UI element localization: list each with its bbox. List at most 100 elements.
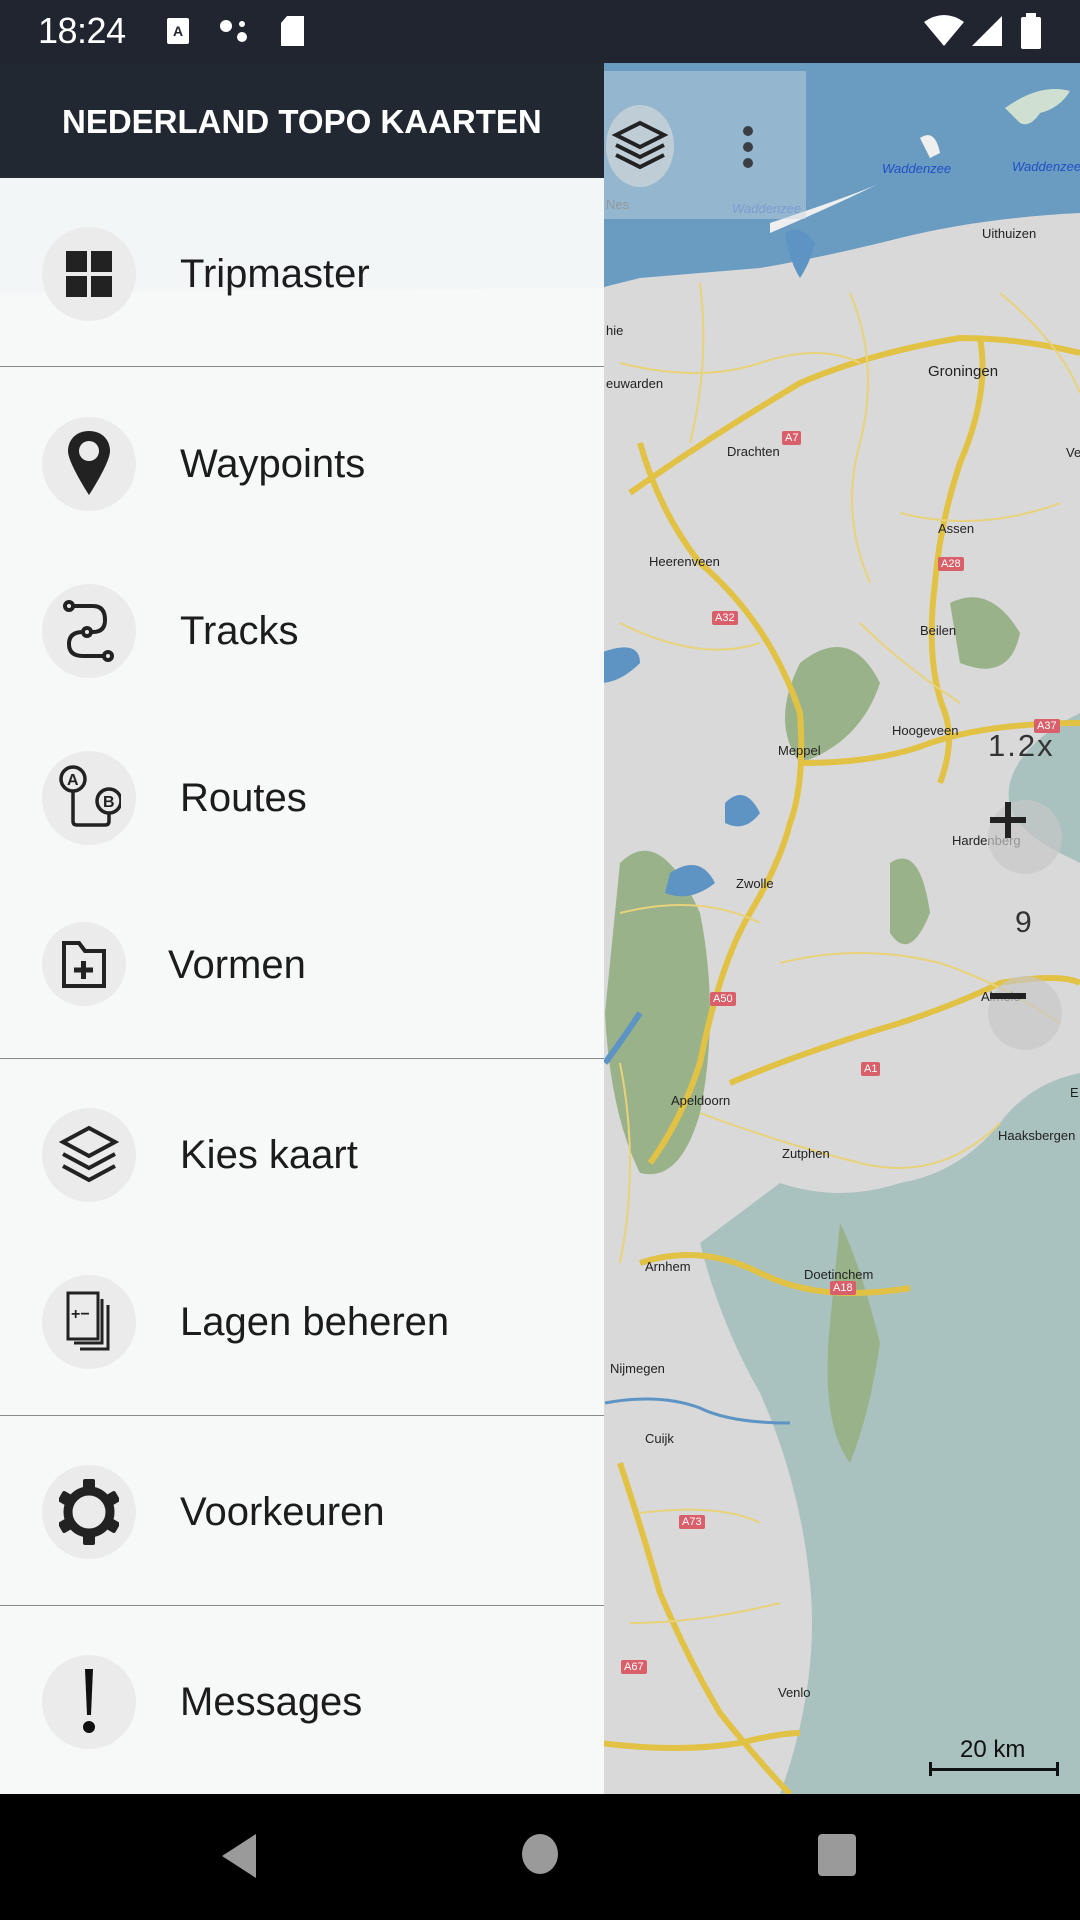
drawer-item-label: Routes: [180, 776, 307, 820]
map-label: Doetinchem: [804, 1267, 874, 1282]
drawer-item-waypoints[interactable]: Waypoints: [0, 399, 604, 529]
river: [604, 1397, 791, 1425]
drawer-item-label: Lagen beheren: [180, 1300, 450, 1344]
highway-badge: A73: [679, 1515, 705, 1529]
drawer-item-label: Vormen: [168, 943, 306, 987]
drawer-item-label: Voorkeuren: [180, 1490, 385, 1534]
icon-container: [42, 417, 136, 511]
highway-badge: A18: [830, 1281, 856, 1295]
map-label: hie: [606, 323, 624, 338]
drawer-item-label: Tracks: [180, 609, 299, 653]
drawer-title: NEDERLAND TOPO KAARTEN: [62, 103, 542, 140]
zoom-level: 9: [1015, 906, 1032, 939]
map-label: Drachten: [727, 444, 780, 459]
map-label: Venlo: [778, 1685, 811, 1700]
highway-badge: A1: [861, 1062, 881, 1076]
map-label: Haaksbergen: [998, 1128, 1076, 1143]
layers-icon: [59, 1125, 119, 1183]
dot: [743, 158, 753, 168]
status-bar: 18:24 A: [0, 0, 1080, 63]
recents-button[interactable]: [816, 1832, 858, 1878]
divider: [0, 1605, 604, 1606]
map-label: Meppel: [778, 743, 821, 758]
map-label: Ve: [1066, 445, 1080, 460]
lake: [725, 795, 760, 827]
folder-plus-icon: [62, 941, 106, 988]
highway-badge: A28: [938, 557, 964, 571]
map-label: Waddenzee: [882, 161, 952, 176]
highway-badge: A32: [712, 611, 738, 625]
icon-container: [42, 922, 126, 1006]
dot: [743, 126, 753, 136]
drawer-item-vormen[interactable]: Vormen: [0, 900, 604, 1030]
navigation-drawer: NEDERLAND TOPO KAARTEN Tripmaster Waypoi…: [0, 63, 604, 1794]
icon-container: [42, 1465, 136, 1559]
dashboard-grid-icon: [66, 251, 112, 297]
svg-text:B: B: [103, 794, 115, 811]
forest: [605, 850, 710, 1175]
plus-icon: [990, 802, 1026, 838]
highway-badge: A7: [782, 431, 802, 445]
a-notification-icon: A: [167, 18, 189, 44]
drawer-item-routes[interactable]: AB Routes: [0, 733, 604, 863]
drawer-item-voorkeuren[interactable]: Voorkeuren: [0, 1447, 604, 1577]
map-layers-button[interactable]: [606, 105, 674, 187]
home-button[interactable]: [520, 1832, 560, 1876]
drawer-item-tripmaster[interactable]: Tripmaster: [0, 209, 604, 339]
drawer-item-tracks[interactable]: Tracks: [0, 566, 604, 696]
svg-text:A: A: [173, 23, 183, 39]
scale-label: 20 km: [960, 1736, 1026, 1763]
route-a-b-icon: AB: [59, 765, 121, 827]
zoom-factor: 1.2x: [988, 728, 1055, 763]
icon-container: [42, 1655, 136, 1749]
drawer-item-label: Messages: [180, 1680, 363, 1724]
icon-container: [42, 227, 136, 321]
icon-container: [42, 584, 136, 678]
manage-layers-icon: +−: [66, 1291, 110, 1351]
dot: [743, 142, 753, 152]
gear-icon: [59, 1479, 119, 1545]
icon-container: +−: [42, 1275, 136, 1369]
map-label: Zutphen: [782, 1146, 830, 1161]
track-path-icon: [63, 600, 114, 662]
map-label: Beilen: [920, 623, 957, 638]
map-label: Cuijk: [645, 1431, 674, 1446]
drawer-item-kies-kaart[interactable]: Kies kaart: [0, 1090, 604, 1220]
map-label: Zwolle: [736, 876, 774, 891]
map-label: Arnhem: [645, 1259, 691, 1274]
map-label: Nijmegen: [610, 1361, 665, 1376]
assistant-dots-icon: [220, 20, 247, 42]
map-label: euwarden: [606, 376, 664, 391]
exclamation-icon: [83, 1669, 95, 1733]
overflow-menu-button[interactable]: [736, 121, 760, 177]
map-label: Groningen: [928, 363, 999, 380]
lake: [600, 647, 640, 683]
highway-badge: A67: [621, 1660, 647, 1674]
map-label: Heerenveen: [649, 554, 720, 569]
icon-container: [42, 1108, 136, 1202]
icon-container: AB: [42, 751, 136, 845]
map-label: Apeldoorn: [671, 1093, 731, 1108]
back-button[interactable]: [218, 1832, 258, 1880]
sd-card-icon: [281, 16, 304, 46]
signal-icon: [972, 16, 1002, 46]
drawer-item-messages[interactable]: Messages: [0, 1637, 604, 1767]
drawer-item-label: Kies kaart: [180, 1133, 358, 1177]
forest: [950, 597, 1020, 669]
minus-icon: [990, 993, 1026, 999]
scale-tick: [929, 1762, 932, 1776]
wifi-icon: [924, 15, 964, 46]
layers-icon: [611, 120, 669, 170]
battery-icon: [1021, 13, 1041, 49]
map-label: Hoogeveen: [892, 723, 959, 738]
map-label: E: [1070, 1085, 1079, 1100]
divider: [0, 1415, 604, 1416]
drawer-item-label: Tripmaster: [180, 252, 370, 296]
zoom-out-button[interactable]: [988, 976, 1062, 1050]
svg-text:+−: +−: [71, 1306, 90, 1323]
highway-badge: A50: [710, 992, 736, 1006]
drawer-item-lagen-beheren[interactable]: +− Lagen beheren: [0, 1257, 604, 1387]
svg-text:A: A: [67, 772, 79, 789]
scale-bar: 20 km: [928, 1736, 1060, 1776]
zoom-in-button[interactable]: [988, 800, 1062, 874]
